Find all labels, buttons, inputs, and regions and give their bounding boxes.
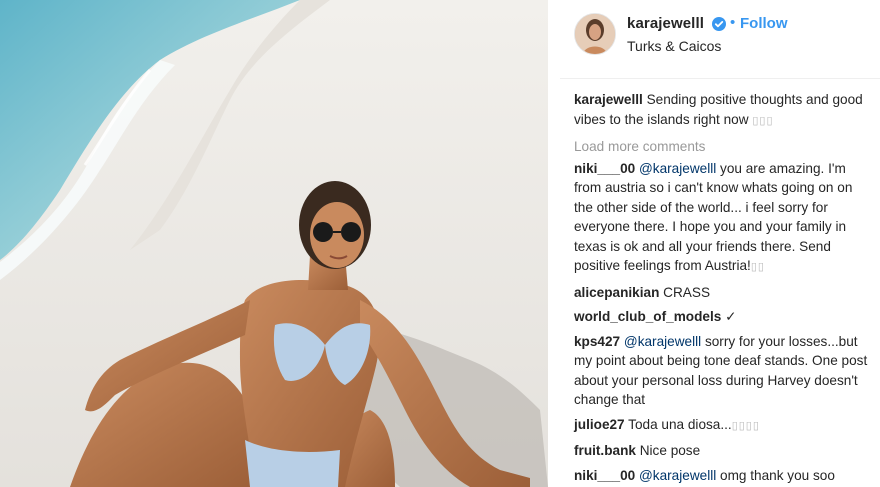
comment-username[interactable]: alicepanikian (574, 285, 659, 300)
comment-username[interactable]: julioe27 (574, 417, 625, 432)
separator-dot: • (730, 14, 736, 31)
instagram-post: karajewelll • Follow Turks & Caicos kara… (0, 0, 880, 487)
comment-mention[interactable]: @karajewelll (639, 468, 716, 483)
comment-text: CRASS (663, 284, 711, 300)
caption: karajewelll Sending positive thoughts an… (574, 90, 870, 131)
post-header: karajewelll • Follow Turks & Caicos (560, 0, 880, 79)
comment-emoji: ▯▯ (750, 261, 765, 273)
beach-photo-image (0, 0, 548, 487)
avatar-image (575, 14, 615, 54)
caption-username[interactable]: karajewelll (574, 92, 643, 107)
comments-list: karajewelll Sending positive thoughts an… (574, 90, 870, 485)
avatar[interactable] (574, 13, 616, 55)
comment-username[interactable]: fruit.bank (574, 443, 636, 458)
follow-button[interactable]: Follow (740, 15, 788, 32)
post-sidebar: karajewelll • Follow Turks & Caicos kara… (560, 0, 880, 487)
comment-text: omg thank you soo (720, 467, 835, 483)
comment-item: world_club_of_models ✓ (574, 307, 870, 327)
verified-badge-icon (711, 16, 727, 32)
comment-username[interactable]: world_club_of_models (574, 309, 721, 324)
caption-emoji: ▯▯▯ (752, 114, 774, 127)
comment-item: julioe27 Toda una diosa...▯▯▯▯ (574, 415, 870, 437)
comment-mention[interactable]: @karajewelll (624, 334, 701, 349)
post-username[interactable]: karajewelll (627, 15, 704, 32)
comment-text: Nice pose (639, 443, 701, 458)
comment-username[interactable]: niki___00 (574, 161, 635, 176)
comment-item: alicepanikian CRASS (574, 283, 870, 303)
load-more-comments-button[interactable]: Load more comments (574, 137, 870, 157)
comment-text: you are amazing. I'm from austria so i c… (574, 160, 853, 274)
post-photo[interactable] (0, 0, 548, 487)
comment-item: kps427 @karajewelll sorry for your losse… (574, 332, 870, 410)
comment-item: niki___00 @karajewelll you are amazing. … (574, 159, 870, 278)
comment-username[interactable]: kps427 (574, 334, 620, 349)
post-location[interactable]: Turks & Caicos (627, 38, 721, 54)
comment-text: Toda una diosa... (628, 416, 732, 432)
comment-item: fruit.bank Nice pose (574, 441, 870, 461)
comment-username[interactable]: niki___00 (574, 468, 635, 483)
comment-mention[interactable]: @karajewelll (639, 161, 716, 176)
comment-item: niki___00 @karajewelll omg thank you soo (574, 466, 870, 486)
comment-text: ✓ (725, 309, 737, 324)
comment-emoji: ▯▯▯▯ (731, 419, 760, 432)
